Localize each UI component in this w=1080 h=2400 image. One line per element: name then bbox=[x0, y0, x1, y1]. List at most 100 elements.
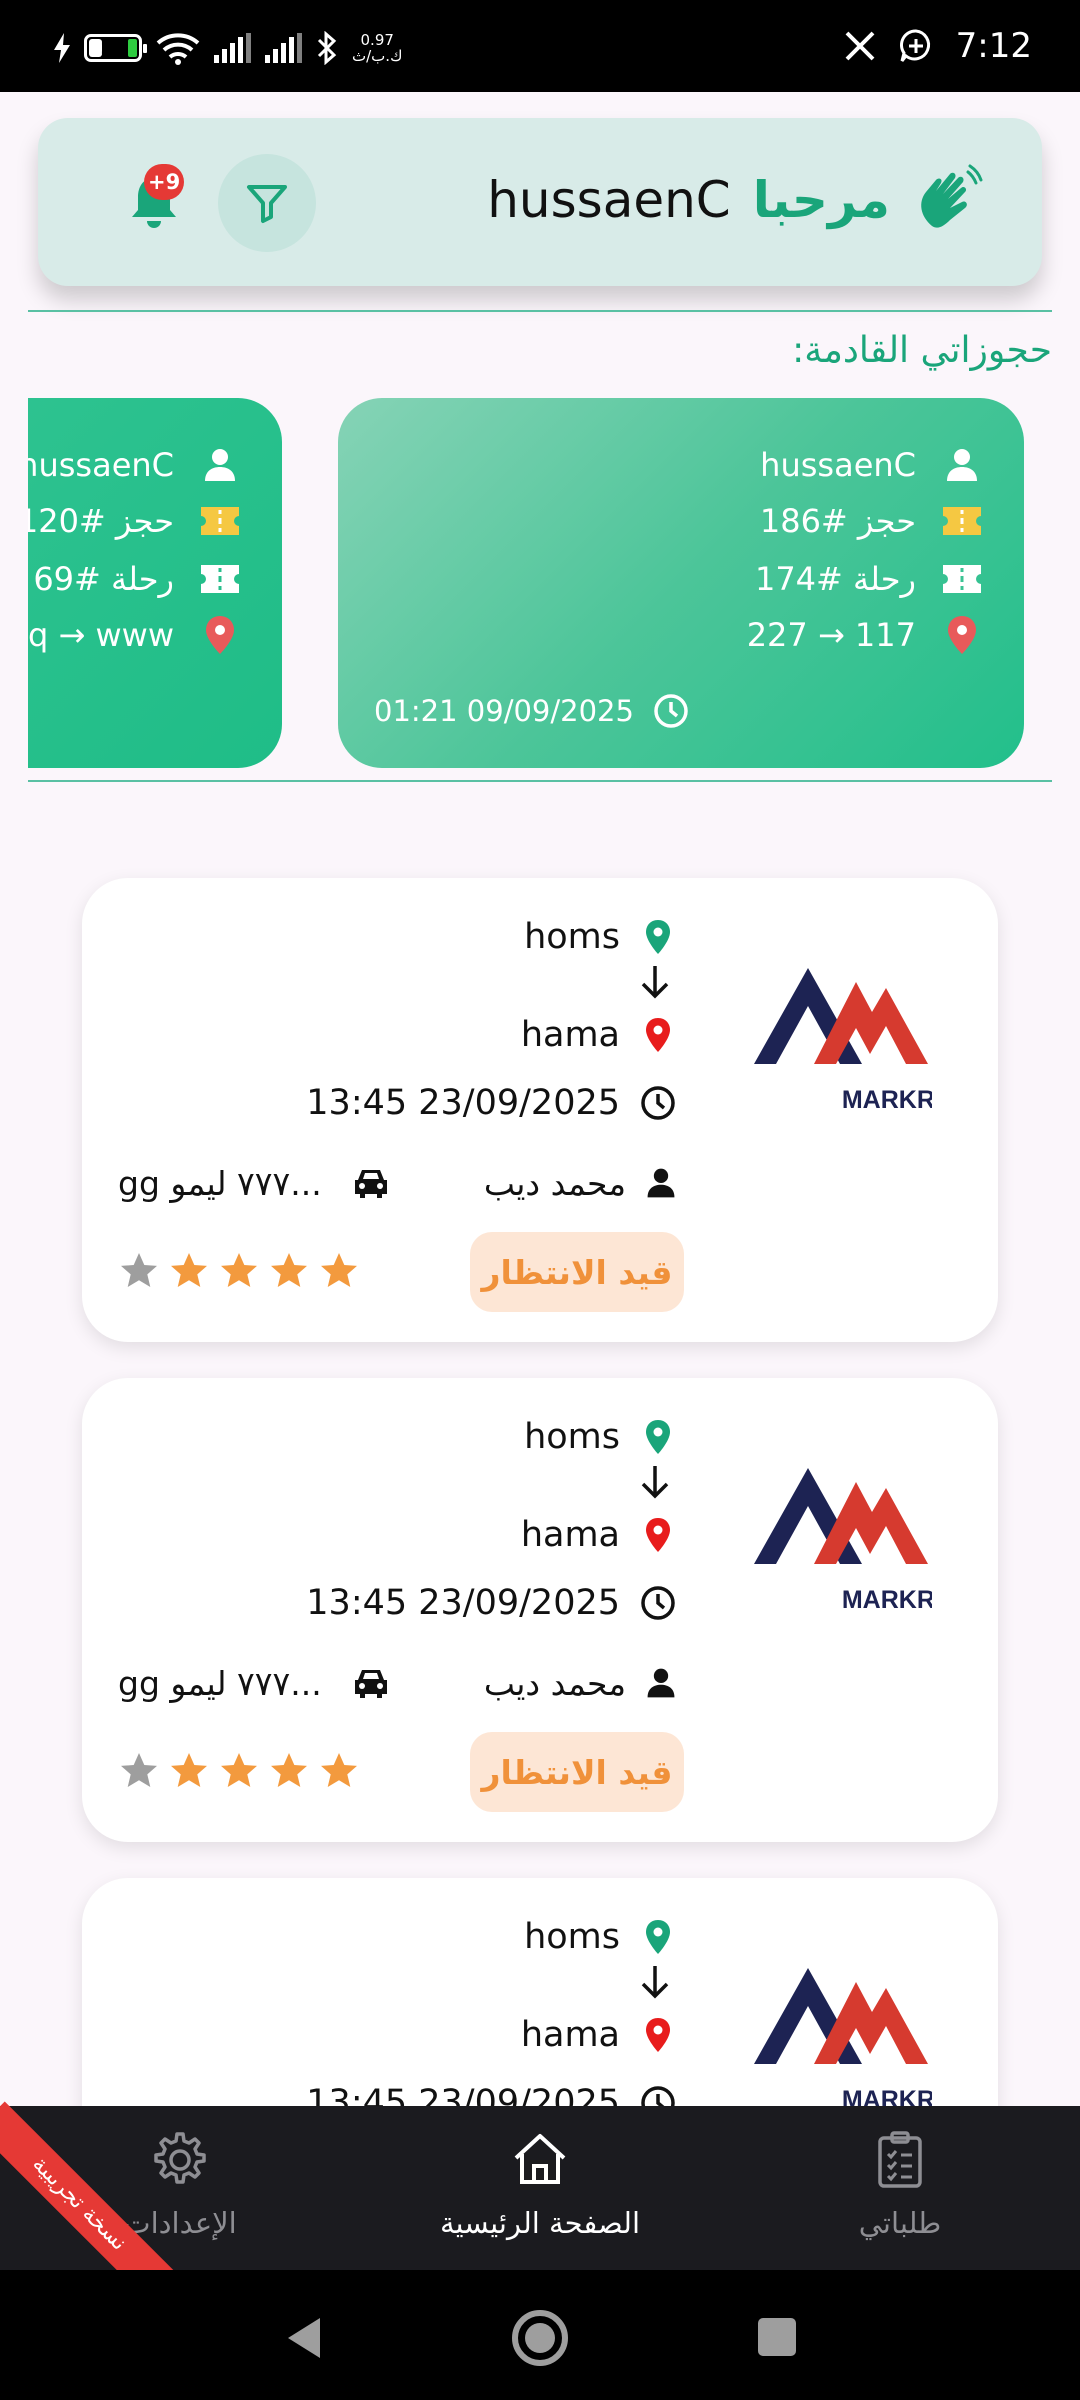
star-filled-icon bbox=[321, 1753, 357, 1787]
company-logo: MARKRT bbox=[754, 1468, 932, 1614]
booking-user-row: hussaenC bbox=[28, 440, 242, 490]
status-bar: 27 0.97 ك.ب/ث 7:12 bbox=[0, 0, 1080, 92]
battery-level: 27 bbox=[100, 37, 126, 59]
person-icon bbox=[205, 449, 235, 481]
charging-icon bbox=[54, 33, 70, 63]
location-pin-icon bbox=[646, 1420, 670, 1454]
location-pin-icon bbox=[948, 616, 976, 654]
recents-icon[interactable] bbox=[756, 2316, 798, 2358]
upcoming-bookings-list[interactable]: hussaenC حجز #186 رحلة #174 227 → 117 01… bbox=[28, 398, 1052, 768]
greeting: hussaenC مرحبا bbox=[487, 160, 984, 240]
trip-vehicle: gg ٧٧٧ ليمو... bbox=[118, 1158, 390, 1208]
x-app-icon bbox=[845, 31, 875, 61]
trip-status-badge: قيد الانتظار bbox=[470, 1732, 684, 1812]
nav-orders-label: طلباتي bbox=[858, 2206, 942, 2240]
bottom-navigation: الإعدادات الصفحة الرئيسية طلباتي bbox=[0, 2106, 1080, 2270]
booking-user-row: hussaenC bbox=[760, 440, 984, 490]
arrow-down-icon bbox=[641, 1966, 669, 1999]
arrow-down-icon bbox=[641, 1466, 669, 1499]
divider bbox=[28, 780, 1052, 782]
nav-settings-label: الإعدادات bbox=[123, 2206, 237, 2240]
booking-number-row: حجز #186 bbox=[760, 496, 984, 546]
logo-text: MARKRT bbox=[842, 1586, 932, 1614]
greeting-text: مرحبا bbox=[752, 171, 890, 229]
person-icon bbox=[647, 1668, 675, 1698]
company-logo: MARKRT bbox=[754, 1968, 932, 2114]
booking-card[interactable]: hussaenC حجز #120 رحلة #69 q → www bbox=[28, 398, 282, 768]
ticket-icon bbox=[943, 565, 981, 593]
signal-icon bbox=[214, 33, 251, 63]
booking-datetime: 01:21 09/09/2025 bbox=[374, 692, 690, 730]
trip-datetime: 13:45 23/09/2025 bbox=[306, 1578, 678, 1628]
trip-from: homs bbox=[524, 912, 678, 962]
person-icon bbox=[647, 1168, 675, 1198]
logo-text: MARKRT bbox=[842, 1086, 932, 1114]
star-filled-icon bbox=[171, 1253, 207, 1287]
location-pin-icon bbox=[646, 1518, 670, 1552]
clock-icon bbox=[654, 694, 688, 728]
trip-from: homs bbox=[524, 1912, 678, 1962]
username: hussaenC bbox=[487, 171, 731, 229]
star-filled-icon bbox=[321, 1253, 357, 1287]
trip-driver: محمد ديب bbox=[484, 1158, 678, 1208]
divider bbox=[28, 310, 1052, 312]
trip-rating bbox=[118, 1746, 360, 1796]
trip-driver: محمد ديب bbox=[484, 1658, 678, 1708]
ticket-icon bbox=[201, 507, 239, 535]
signal-icon bbox=[265, 33, 302, 63]
upcoming-bookings-title: حجوزاتي القادمة: bbox=[792, 330, 1052, 371]
status-time: 7:12 bbox=[955, 26, 1032, 66]
booking-route-row: 227 → 117 bbox=[747, 610, 984, 660]
star-filled-icon bbox=[221, 1253, 257, 1287]
trip-status-badge: قيد الانتظار bbox=[470, 1232, 684, 1312]
nav-orders[interactable]: طلباتي bbox=[770, 2128, 1030, 2258]
car-icon bbox=[354, 1170, 387, 1198]
person-icon bbox=[947, 449, 977, 481]
company-logo: MARKRT bbox=[754, 968, 932, 1114]
network-speed: 0.97 ك.ب/ث bbox=[352, 31, 403, 65]
waving-hand-icon bbox=[921, 164, 983, 228]
star-filled-icon bbox=[271, 1753, 307, 1787]
filter-icon bbox=[247, 185, 287, 223]
trip-to: hama bbox=[521, 1010, 678, 1060]
star-empty-icon bbox=[121, 1753, 157, 1787]
location-pin-icon bbox=[646, 920, 670, 954]
home-button-icon[interactable] bbox=[510, 2308, 570, 2368]
nav-home[interactable]: الصفحة الرئيسية bbox=[410, 2128, 670, 2258]
trip-card[interactable]: MARKRT homs hama 13:45 23/09/2025 محمد د… bbox=[82, 878, 998, 1342]
booking-trip-row: رحلة #69 bbox=[33, 554, 242, 604]
bluetooth-icon bbox=[317, 31, 337, 65]
nav-home-label: الصفحة الرئيسية bbox=[439, 2206, 641, 2240]
booking-card[interactable]: hussaenC حجز #186 رحلة #174 227 → 117 01… bbox=[338, 398, 1024, 768]
message-plus-icon bbox=[899, 29, 930, 62]
trip-rating bbox=[118, 1246, 360, 1296]
filter-button[interactable] bbox=[218, 154, 316, 252]
gear-icon bbox=[154, 2132, 206, 2184]
location-pin-icon bbox=[206, 616, 234, 654]
booking-trip-row: رحلة #174 bbox=[755, 554, 984, 604]
trip-datetime: 13:45 23/09/2025 bbox=[306, 1078, 678, 1128]
location-pin-icon bbox=[646, 1018, 670, 1052]
battery-icon: 27 bbox=[84, 34, 147, 62]
trip-to: hama bbox=[521, 2010, 678, 2060]
location-pin-icon bbox=[646, 1920, 670, 1954]
star-filled-icon bbox=[221, 1753, 257, 1787]
car-icon bbox=[354, 1670, 387, 1698]
clipboard-icon bbox=[878, 2131, 922, 2188]
star-filled-icon bbox=[171, 1753, 207, 1787]
booking-route-row: q → www bbox=[28, 610, 242, 660]
clock-icon bbox=[641, 1586, 675, 1620]
ticket-icon bbox=[201, 565, 239, 593]
home-icon bbox=[514, 2134, 566, 2184]
trip-from: homs bbox=[524, 1412, 678, 1462]
back-icon[interactable] bbox=[282, 2314, 326, 2362]
trip-card[interactable]: MARKRT homs hama 13:45 23/09/2025 محمد د… bbox=[82, 1378, 998, 1842]
system-navigation-bar bbox=[0, 2270, 1080, 2400]
booking-number-row: حجز #120 bbox=[28, 496, 242, 546]
trip-to: hama bbox=[521, 1510, 678, 1560]
notification-badge: +9 bbox=[144, 164, 185, 200]
header-card: hussaenC مرحبا +9 bbox=[38, 118, 1042, 286]
clock-icon bbox=[641, 1086, 675, 1120]
ticket-icon bbox=[943, 507, 981, 535]
arrow-down-icon bbox=[641, 966, 669, 999]
